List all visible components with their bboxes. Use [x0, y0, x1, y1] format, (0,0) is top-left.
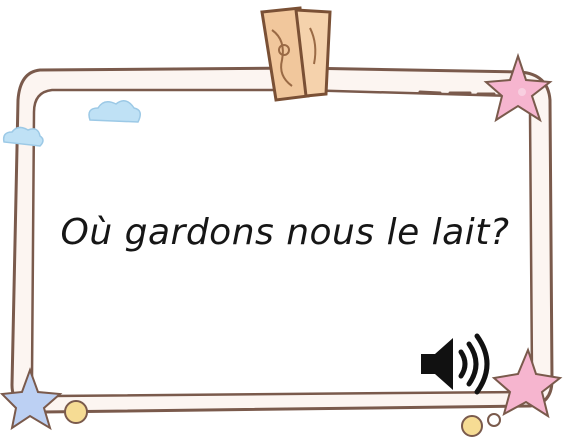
cloud-icon — [2, 126, 44, 147]
dot-icon — [64, 400, 88, 424]
play-audio-button[interactable] — [417, 332, 493, 396]
dot-icon — [461, 415, 483, 437]
dot-icon — [487, 413, 501, 427]
speaker-volume-icon — [421, 333, 490, 395]
question-text: Où gardons nous le lait? — [60, 212, 510, 253]
flashcard-stage: Où gardons nous le lait? — [0, 0, 564, 446]
